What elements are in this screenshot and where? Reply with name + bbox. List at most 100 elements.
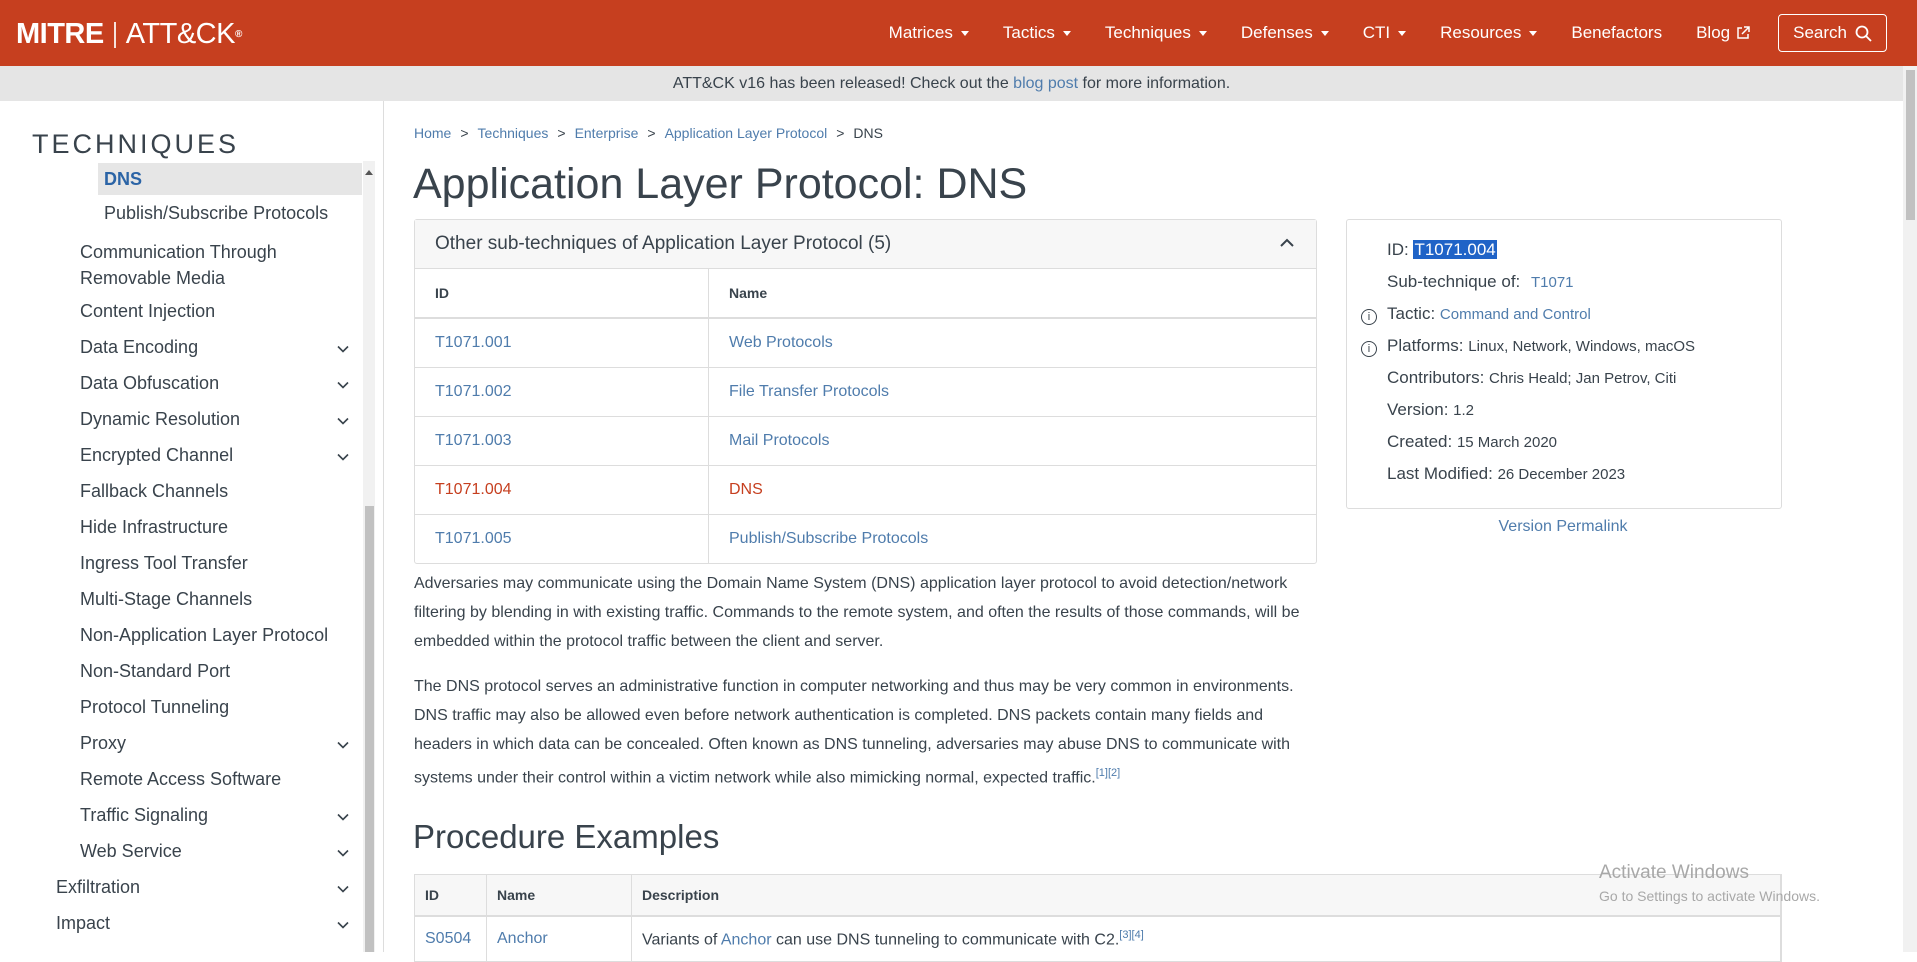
chevron-up-icon[interactable] (1280, 238, 1294, 248)
table-cell-id: T1071.001 (415, 317, 709, 368)
chevron-down-icon[interactable] (337, 883, 349, 895)
nav-techniques[interactable]: Techniques (1105, 23, 1207, 43)
column-header-id: ID (415, 269, 709, 319)
sidebar-item-content-injection[interactable]: Content Injection (80, 301, 215, 322)
sidebar-item-communication-removable-media[interactable]: Communication Through Removable Media (80, 239, 277, 291)
sidebar-item-label: Multi-Stage Channels (80, 589, 253, 609)
sidebar-item-non-application-layer-protocol[interactable]: Non-Application Layer Protocol (80, 625, 328, 646)
sidebar-item-non-standard-port[interactable]: Non-Standard Port (80, 661, 230, 682)
chevron-down-icon[interactable] (337, 739, 349, 751)
card-platforms-label: Platforms: (1387, 336, 1469, 355)
chevron-down-icon[interactable] (337, 379, 349, 391)
nav-defenses[interactable]: Defenses (1241, 23, 1329, 43)
nav-benefactors-label: Benefactors (1571, 23, 1663, 42)
sidebar-item-publish-subscribe[interactable]: Publish/Subscribe Protocols (104, 203, 328, 224)
chevron-down-icon[interactable] (337, 451, 349, 463)
subtechnique-name-link[interactable]: DNS (729, 481, 763, 498)
breadcrumb-separator: > (460, 125, 469, 141)
card-tactic-link[interactable]: Command and Control (1440, 306, 1591, 323)
sidebar-item-dns[interactable]: DNS (98, 163, 362, 195)
sidebar-item-traffic-signaling[interactable]: Traffic Signaling (80, 805, 208, 826)
sidebar-item-multi-stage-channels[interactable]: Multi-Stage Channels (80, 589, 252, 610)
nav-blog[interactable]: Blog (1696, 23, 1750, 43)
subtechnique-id-link[interactable]: T1071.004 (435, 481, 512, 498)
breadcrumb-enterprise[interactable]: Enterprise (575, 125, 639, 141)
sidebar-item-data-obfuscation[interactable]: Data Obfuscation (80, 373, 219, 394)
chevron-down-icon[interactable] (337, 847, 349, 859)
chevron-down-icon[interactable] (337, 343, 349, 355)
column-header-name: Name (708, 269, 1316, 319)
breadcrumb: Home > Techniques > Enterprise > Application L… (414, 125, 883, 141)
subtechnique-id-link[interactable]: T1071.005 (435, 530, 512, 547)
chevron-down-icon[interactable] (337, 811, 349, 823)
search-icon (1855, 25, 1872, 42)
card-tactic-label: Tactic: (1387, 304, 1440, 323)
sidebar-scrollbar-thumb[interactable] (365, 506, 374, 952)
subtechniques-header[interactable]: Other sub-techniques of Application Laye… (415, 220, 1316, 269)
sidebar-item-web-service[interactable]: Web Service (80, 841, 182, 862)
search-button[interactable]: Search (1778, 14, 1887, 52)
card-subtech-link[interactable]: T1071 (1531, 274, 1574, 291)
software-name-link[interactable]: Anchor (497, 930, 548, 947)
software-id-link[interactable]: S0504 (425, 930, 471, 947)
subtechnique-id-link[interactable]: T1071.001 (435, 334, 512, 351)
page-scrollbar[interactable] (1903, 66, 1917, 952)
card-id-row: ID: T1071.004 (1387, 240, 1497, 260)
nav-matrices[interactable]: Matrices (889, 23, 969, 43)
watermark-line-2: Go to Settings to activate Windows. (1599, 888, 1820, 904)
sidebar-item-hide-infrastructure[interactable]: Hide Infrastructure (80, 517, 228, 538)
subtechnique-name-link[interactable]: Publish/Subscribe Protocols (729, 530, 928, 547)
sidebar-item-label: Encrypted Channel (80, 445, 234, 465)
subtechnique-name-link[interactable]: File Transfer Protocols (729, 383, 889, 400)
sidebar-item-dynamic-resolution[interactable]: Dynamic Resolution (80, 409, 240, 430)
caret-down-icon (1398, 30, 1407, 36)
sidebar-item-remote-access-software[interactable]: Remote Access Software (80, 769, 281, 790)
nav-resources[interactable]: Resources (1440, 23, 1538, 43)
windows-activation-watermark: Activate Windows Go to Settings to activ… (1599, 862, 1820, 904)
sidebar-item-fallback-channels[interactable]: Fallback Channels (80, 481, 228, 502)
subtechnique-id-link[interactable]: T1071.003 (435, 432, 512, 449)
table-cell-id: T1071.005 (415, 514, 709, 563)
sidebar-item-exfiltration[interactable]: Exfiltration (56, 877, 140, 898)
breadcrumb-home[interactable]: Home (414, 125, 451, 141)
nav-blog-label: Blog (1696, 23, 1731, 42)
table-header-row: ID Name (415, 269, 1316, 319)
sidebar-item-impact[interactable]: Impact (56, 913, 110, 934)
banner-blog-link[interactable]: blog post (1013, 75, 1078, 92)
scroll-up-arrow-icon[interactable] (365, 169, 373, 175)
subtechniques-panel: Other sub-techniques of Application Laye… (414, 219, 1317, 564)
citation-refs[interactable]: [1][2] (1096, 767, 1120, 779)
card-id-value: T1071.004 (1413, 240, 1497, 259)
info-circle-icon[interactable]: i (1361, 341, 1377, 357)
subtechnique-name-link[interactable]: Web Protocols (729, 334, 833, 351)
subtechniques-table: ID Name T1071.001 Web Protocols T1071.00… (415, 269, 1316, 563)
nav-tactics[interactable]: Tactics (1003, 23, 1071, 43)
subtechnique-id-link[interactable]: T1071.002 (435, 383, 512, 400)
column-header-id: ID (415, 875, 487, 917)
version-permalink[interactable]: Version Permalink (1346, 518, 1780, 536)
chevron-down-icon[interactable] (337, 919, 349, 931)
software-inline-link[interactable]: Anchor (721, 931, 772, 948)
description-paragraph-2: The DNS protocol serves an administrativ… (414, 672, 1314, 792)
nav-benefactors[interactable]: Benefactors (1571, 23, 1662, 43)
nav-tactics-label: Tactics (1002, 23, 1055, 42)
mitre-attack-logo[interactable]: MITRE ATT&CK ® (16, 18, 242, 51)
sidebar-item-encrypted-channel[interactable]: Encrypted Channel (80, 445, 233, 466)
sidebar-item-ingress-tool-transfer[interactable]: Ingress Tool Transfer (80, 553, 248, 574)
procedure-examples-heading: Procedure Examples (413, 818, 720, 855)
sidebar-item-protocol-tunneling[interactable]: Protocol Tunneling (80, 697, 229, 718)
subtechnique-name-link[interactable]: Mail Protocols (729, 432, 829, 449)
desc-text: Variants of (642, 931, 721, 949)
citation-refs[interactable]: [3][4] (1119, 929, 1143, 941)
page-scrollbar-thumb[interactable] (1906, 70, 1915, 220)
info-circle-icon[interactable]: i (1361, 309, 1377, 325)
chevron-down-icon[interactable] (337, 415, 349, 427)
breadcrumb-application-layer-protocol[interactable]: Application Layer Protocol (665, 125, 828, 141)
breadcrumb-techniques[interactable]: Techniques (478, 125, 549, 141)
sidebar-item-label: Ingress Tool Transfer (80, 553, 248, 573)
sidebar-item-proxy[interactable]: Proxy (80, 733, 126, 754)
breadcrumb-separator: > (836, 125, 845, 141)
sidebar-item-data-encoding[interactable]: Data Encoding (80, 337, 198, 358)
nav-cti[interactable]: CTI (1363, 23, 1407, 43)
card-created-value: 15 March 2020 (1456, 434, 1558, 451)
